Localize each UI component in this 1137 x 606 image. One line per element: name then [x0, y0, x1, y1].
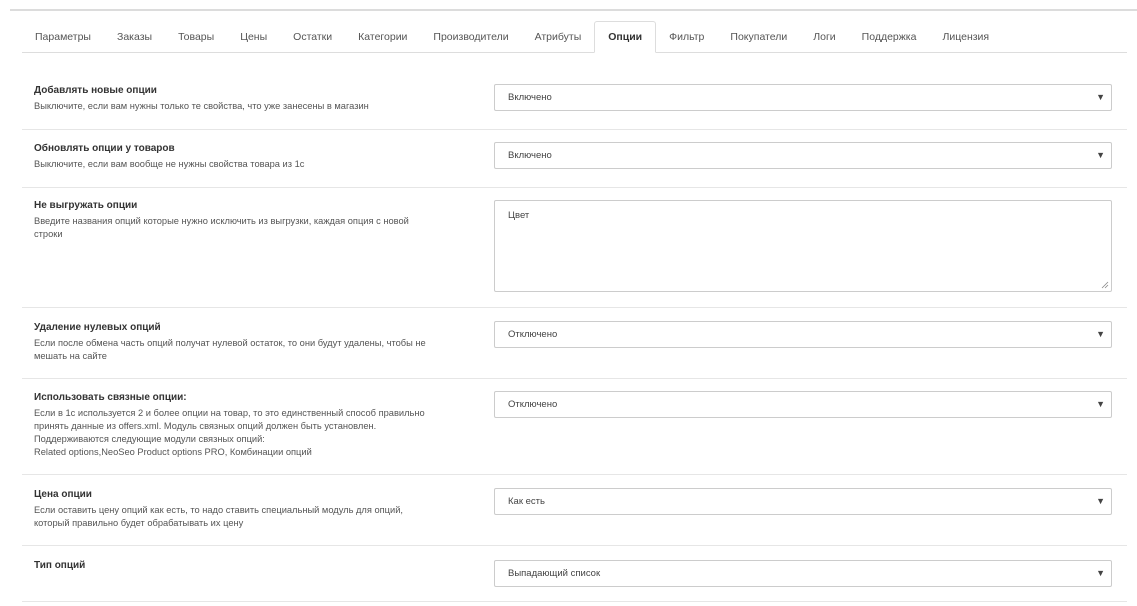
select-value: Включено — [508, 92, 552, 103]
setting-row-update: Обновлять опции у товаров Выключите, есл… — [22, 130, 1127, 188]
tab-logs[interactable]: Логи — [800, 22, 848, 52]
setting-description: Введите названия опций которые нужно иск… — [34, 216, 409, 239]
option-price-select[interactable]: Как есть ▼ — [494, 488, 1112, 515]
setting-row-exclude: Не выгружать опции Введите названия опци… — [22, 188, 1127, 308]
tab-categories[interactable]: Категории — [345, 22, 420, 52]
setting-label-group: Использовать связные опции: Если в 1с ис… — [34, 391, 464, 459]
tab-support[interactable]: Поддержка — [849, 22, 930, 52]
tab-attributes[interactable]: Атрибуты — [522, 22, 595, 52]
tab-prices[interactable]: Цены — [227, 22, 280, 52]
setting-title: Добавлять новые опции — [34, 85, 157, 96]
tab-license[interactable]: Лицензия — [929, 22, 1002, 52]
setting-title: Цена опции — [34, 489, 92, 500]
tab-stock[interactable]: Остатки — [280, 22, 345, 52]
select-value: Как есть — [508, 496, 545, 507]
setting-row-add-new: Добавлять новые опции Выключите, если ва… — [22, 77, 1127, 130]
setting-row-zero-remove: Удаление нулевых опций Если после обмена… — [22, 308, 1127, 379]
setting-title: Тип опций — [34, 560, 86, 571]
select-value: Выпадающий список — [508, 568, 601, 579]
triangle-down-icon: ▼ — [1096, 568, 1105, 578]
add-new-options-select[interactable]: Включено ▼ — [494, 84, 1112, 111]
options-settings-form: Добавлять новые опции Выключите, если ва… — [22, 77, 1127, 602]
setting-row-related: Использовать связные опции: Если в 1с ис… — [22, 379, 1127, 475]
setting-row-price: Цена опции Если оставить цену опций как … — [22, 475, 1127, 546]
setting-label-group: Не выгружать опции Введите названия опци… — [34, 199, 464, 241]
setting-label-group: Цена опции Если оставить цену опций как … — [34, 488, 464, 530]
option-type-select[interactable]: Выпадающий список ▼ — [494, 560, 1112, 587]
setting-title: Удаление нулевых опций — [34, 322, 161, 333]
tab-manufacturers[interactable]: Производители — [420, 22, 521, 52]
setting-description: Если в 1с используется 2 и более опции н… — [34, 408, 425, 457]
settings-panel: Параметры Заказы Товары Цены Остатки Кат… — [10, 11, 1137, 606]
triangle-down-icon: ▼ — [1096, 92, 1105, 102]
setting-row-type: Тип опций Выпадающий список ▼ — [22, 546, 1127, 602]
setting-title: Обновлять опции у товаров — [34, 143, 175, 154]
setting-label-group: Добавлять новые опции Выключите, если ва… — [34, 84, 464, 113]
setting-label-group: Тип опций — [34, 559, 464, 572]
tab-products[interactable]: Товары — [165, 22, 227, 52]
setting-description: Выключите, если вам нужны только те свой… — [34, 101, 369, 111]
setting-label-group: Обновлять опции у товаров Выключите, есл… — [34, 142, 464, 171]
tab-parameters[interactable]: Параметры — [22, 22, 104, 52]
select-value: Отключено — [508, 399, 558, 410]
textarea-value: Цвет — [508, 210, 530, 221]
tab-customers[interactable]: Покупатели — [717, 22, 800, 52]
tab-orders[interactable]: Заказы — [104, 22, 165, 52]
select-value: Включено — [508, 150, 552, 161]
triangle-down-icon: ▼ — [1096, 150, 1105, 160]
setting-description: Если оставить цену опций как есть, то на… — [34, 505, 403, 528]
setting-description: Выключите, если вам вообще не нужны свой… — [34, 159, 305, 169]
setting-label-group: Удаление нулевых опций Если после обмена… — [34, 321, 464, 363]
setting-title: Не выгружать опции — [34, 200, 138, 211]
select-value: Отключено — [508, 329, 558, 340]
tab-filter[interactable]: Фильтр — [656, 22, 717, 52]
related-options-select[interactable]: Отключено ▼ — [494, 391, 1112, 418]
update-options-select[interactable]: Включено ▼ — [494, 142, 1112, 169]
triangle-down-icon: ▼ — [1096, 399, 1105, 409]
triangle-down-icon: ▼ — [1096, 329, 1105, 339]
setting-description: Если после обмена часть опций получат ну… — [34, 338, 426, 361]
setting-title: Использовать связные опции: — [34, 392, 187, 403]
triangle-down-icon: ▼ — [1096, 496, 1105, 506]
tab-options[interactable]: Опции — [594, 21, 657, 53]
tab-bar: Параметры Заказы Товары Цены Остатки Кат… — [22, 21, 1127, 53]
resize-grip-icon[interactable] — [1101, 281, 1109, 289]
exclude-options-textarea[interactable]: Цвет — [494, 200, 1112, 292]
zero-remove-select[interactable]: Отключено ▼ — [494, 321, 1112, 348]
